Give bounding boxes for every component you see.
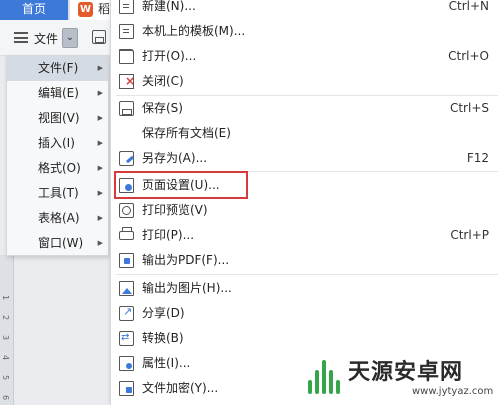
submenu-item-label: 工具(T) [38,186,79,200]
watermark-title: 天源安卓网 [348,359,464,385]
watermark-logo-icon [308,354,342,394]
export-image-icon [119,281,134,296]
vertical-ruler: 1 2 3 4 5 6 [0,255,14,405]
submenu-item-table[interactable]: 表格(A) ▶ [7,206,108,231]
ruler-tick: 3 [1,334,11,341]
document-area[interactable] [14,257,110,405]
watermark-url: www.jytyaz.com [412,386,494,397]
menu-item-export-image[interactable]: 输出为图片(H)... [111,276,500,301]
menu-item-label: 输出为图片(H)... [142,281,232,295]
menu-item-label: 转换(B) [142,331,184,345]
save-as-icon [119,151,134,166]
menu-item-print-preview[interactable]: 打印预览(V) [111,198,500,223]
menu-item-label: 保存所有文档(E) [142,126,231,140]
wps-logo-icon: W [78,2,93,17]
chevron-right-icon: ▶ [97,164,103,172]
menu-item-shortcut: Ctrl+N [448,0,489,13]
menu-item-label: 打印预览(V) [142,203,208,217]
chevron-right-icon: ▶ [97,214,103,222]
ruler-tick: 5 [1,374,11,381]
menu-item-label: 输出为PDF(F)... [142,253,230,267]
template-icon [119,24,134,39]
menu-item-save[interactable]: 保存(S) Ctrl+S [111,96,500,121]
highlight-annotation [114,171,248,199]
menu-item-label: 打开(O)... [142,49,197,63]
submenu-item-view[interactable]: 视图(V) ▶ [7,106,108,131]
submenu-item-window[interactable]: 窗口(W) ▶ [7,231,108,256]
menu-item-label: 属性(I)... [142,356,191,370]
menu-item-shortcut: F12 [466,151,489,165]
submenu-item-edit[interactable]: 编辑(E) ▶ [7,81,108,106]
file-menu-panel: 新建(N)... Ctrl+N 本机上的模板(M)... 打开(O)... Ct… [110,0,500,405]
watermark: 天源安卓网 www.jytyaz.com [302,350,500,405]
menu-item-print[interactable]: 打印(P)... Ctrl+P [111,223,500,248]
submenu-item-label: 窗口(W) [38,236,84,250]
menu-item-label: 本机上的模板(M)... [142,24,246,38]
menu-item-export-pdf[interactable]: 输出为PDF(F)... [111,248,500,273]
convert-icon [119,331,134,346]
tab-document[interactable]: W 稻 [70,0,115,20]
menu-item-close[interactable]: 关闭(C) [111,69,500,94]
menu-submenu: 文件(F) ▶ 编辑(E) ▶ 视图(V) ▶ 插入(I) ▶ 格式(O) ▶ 工具(T)… [6,55,109,256]
properties-icon [119,356,134,371]
menu-item-label: 打印(P)... [142,228,195,242]
menu-item-new[interactable]: 新建(N)... Ctrl+N [111,0,500,19]
menu-item-shortcut: Ctrl+O [448,49,489,63]
tab-document-label: 稻 [98,2,111,16]
new-document-icon [119,0,134,14]
share-icon [119,306,134,321]
menu-item-label: 分享(D) [142,306,185,320]
menu-item-save-as[interactable]: 另存为(A)... F12 [111,146,500,171]
tab-home[interactable]: 首页 [0,0,68,20]
submenu-item-file[interactable]: 文件(F) ▶ [7,56,108,81]
ruler-tick: 4 [1,354,11,361]
menu-item-shortcut: Ctrl+S [449,101,489,115]
menu-item-label: 新建(N)... [142,0,196,13]
menu-item-share[interactable]: 分享(D) [111,301,500,326]
chevron-right-icon: ▶ [97,139,103,147]
submenu-item-format[interactable]: 格式(O) ▶ [7,156,108,181]
menu-item-convert[interactable]: 转换(B) [111,326,500,351]
submenu-item-insert[interactable]: 插入(I) ▶ [7,131,108,156]
chevron-right-icon: ▶ [97,64,103,72]
save-icon [119,101,134,116]
chevron-right-icon: ▶ [97,89,103,97]
close-document-icon [119,74,135,89]
print-icon [119,227,134,240]
open-folder-icon [119,49,134,64]
chevron-right-icon: ▶ [97,239,103,247]
print-preview-icon [119,203,134,218]
submenu-item-label: 格式(O) [38,161,81,175]
menu-item-shortcut: Ctrl+P [450,228,489,242]
chevron-right-icon: ▶ [97,189,103,197]
submenu-item-label: 视图(V) [38,111,80,125]
file-menu-button[interactable]: 文件 [34,30,58,47]
submenu-item-label: 表格(A) [38,211,80,225]
menu-hamburger-icon[interactable] [14,32,28,43]
export-pdf-icon [119,253,134,268]
menu-item-open[interactable]: 打开(O)... Ctrl+O [111,44,500,69]
submenu-item-label: 插入(I) [38,136,75,150]
menu-item-save-all[interactable]: 保存所有文档(E) [111,121,500,146]
submenu-item-label: 文件(F) [38,61,79,75]
ruler-tick: 6 [1,394,11,401]
chevron-down-icon[interactable]: ⌄ [62,28,78,48]
menu-divider [116,274,498,275]
ruler-tick: 1 [1,294,11,301]
menu-item-label: 文件加密(Y)... [142,381,219,395]
save-icon[interactable] [92,30,106,44]
menu-item-label: 保存(S) [142,101,183,115]
chevron-right-icon: ▶ [97,114,103,122]
submenu-item-label: 编辑(E) [38,86,79,100]
submenu-item-tools[interactable]: 工具(T) ▶ [7,181,108,206]
menu-item-local-templates[interactable]: 本机上的模板(M)... [111,19,500,44]
encrypt-icon [119,381,134,396]
menu-item-label: 关闭(C) [142,74,184,88]
ruler-tick: 2 [1,314,11,321]
menu-item-label: 另存为(A)... [142,151,208,165]
